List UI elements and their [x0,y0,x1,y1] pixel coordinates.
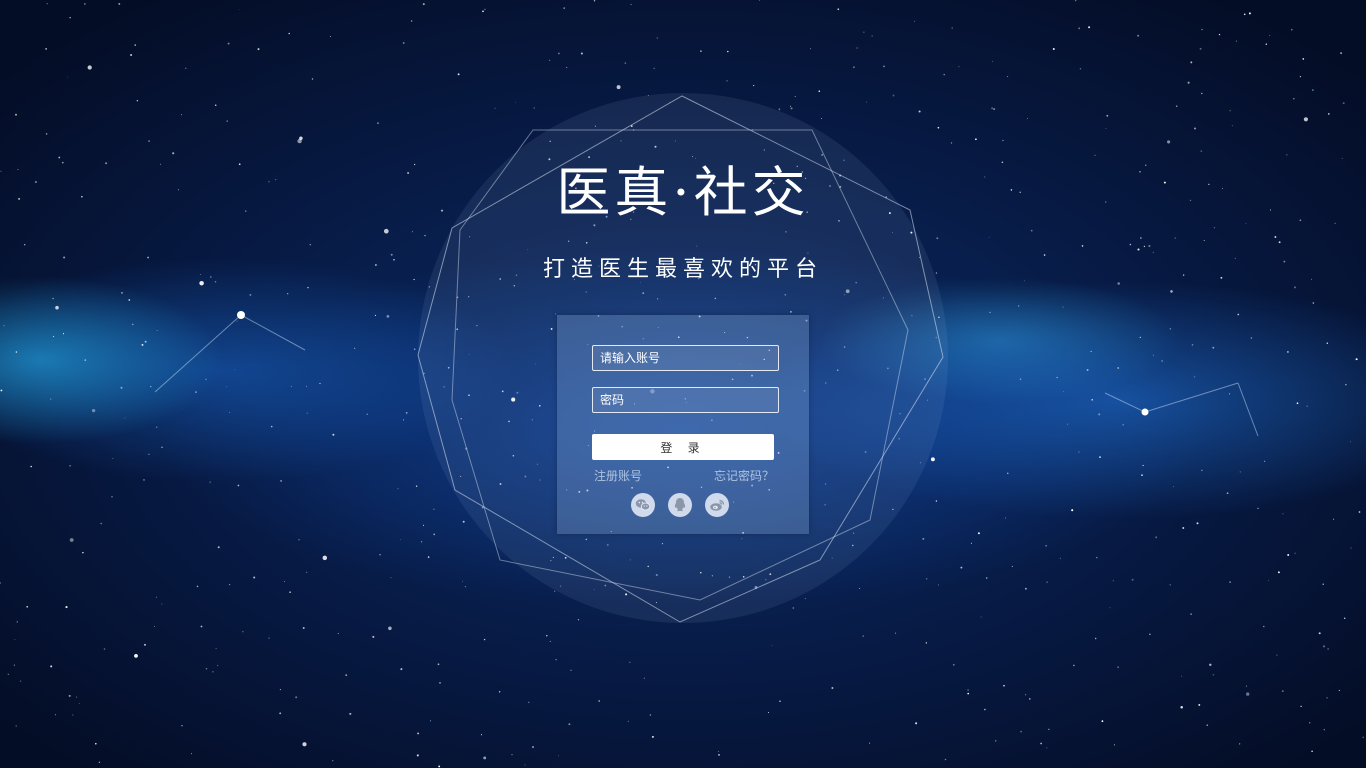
password-input[interactable] [592,387,779,413]
brand-logo: 医真·社交 [556,161,810,224]
qq-icon [674,498,686,512]
login-button[interactable]: 登 录 [592,434,774,460]
register-link[interactable]: 注册账号 [594,468,642,484]
wechat-icon [635,499,651,511]
brand-slogan: 打造医生最喜欢的平台 [542,257,823,282]
weibo-login-button[interactable] [705,493,729,517]
forgot-password-link[interactable]: 忘记密码？ [714,468,774,484]
login-panel: 登 录 注册账号 忘记密码？ [557,315,809,534]
weibo-icon [710,499,725,511]
username-input[interactable] [592,345,779,371]
qq-login-button[interactable] [668,493,692,517]
wechat-login-button[interactable] [631,493,655,517]
